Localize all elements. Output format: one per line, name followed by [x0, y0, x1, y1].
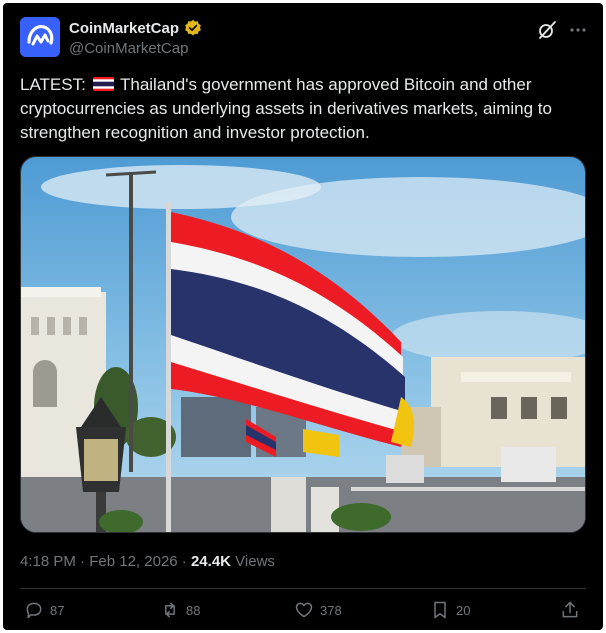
- tweet-photo[interactable]: [20, 156, 586, 533]
- verified-badge-icon: [185, 19, 201, 36]
- share-icon: [562, 601, 578, 618]
- tweet-date[interactable]: Feb 12, 2026: [89, 553, 177, 570]
- views-label: Views: [231, 553, 275, 570]
- heart-icon: [295, 602, 313, 618]
- coinmarketcap-logo-icon: [20, 17, 60, 57]
- repost-icon: [165, 602, 175, 618]
- grok-icon[interactable]: [537, 20, 557, 40]
- views-count: 24.4K: [190, 553, 231, 570]
- like-count: 378: [320, 602, 342, 618]
- more-icon[interactable]: [568, 20, 588, 40]
- author-handle[interactable]: @CoinMarketCap: [69, 40, 188, 57]
- action-bar: 87 88 378 20: [20, 600, 586, 624]
- reply-icon: [26, 602, 42, 619]
- bookmark-icon: [434, 601, 446, 619]
- tweet-meta: 4:18 PM · Feb 12, 2026 · 24.4K Views: [20, 553, 275, 570]
- repost-count: 88: [186, 602, 201, 618]
- bookmark-button[interactable]: 20: [430, 600, 470, 620]
- meta-separator-2: ·: [177, 553, 191, 570]
- thailand-flag-photo: [21, 157, 585, 532]
- author-name-row[interactable]: CoinMarketCap: [69, 19, 202, 37]
- author-avatar[interactable]: [20, 17, 60, 57]
- divider: [20, 588, 586, 589]
- meta-separator: ·: [75, 553, 90, 570]
- reply-count: 87: [50, 602, 65, 618]
- like-button[interactable]: 378: [294, 600, 342, 620]
- tweet-card: CoinMarketCap @CoinMarketCap LATEST: Tha…: [3, 3, 603, 630]
- share-button[interactable]: [560, 600, 580, 620]
- bookmark-count: 20: [456, 602, 471, 618]
- author-name[interactable]: CoinMarketCap: [69, 20, 179, 37]
- repost-button[interactable]: 88: [160, 600, 200, 620]
- tweet-time[interactable]: 4:18 PM: [20, 553, 76, 570]
- reply-button[interactable]: 87: [24, 600, 64, 620]
- thailand-flag-emoji-icon: [92, 77, 114, 91]
- tweet-prefix: LATEST:: [20, 75, 86, 94]
- tweet-text: LATEST: Thailand's government has approv…: [20, 73, 588, 145]
